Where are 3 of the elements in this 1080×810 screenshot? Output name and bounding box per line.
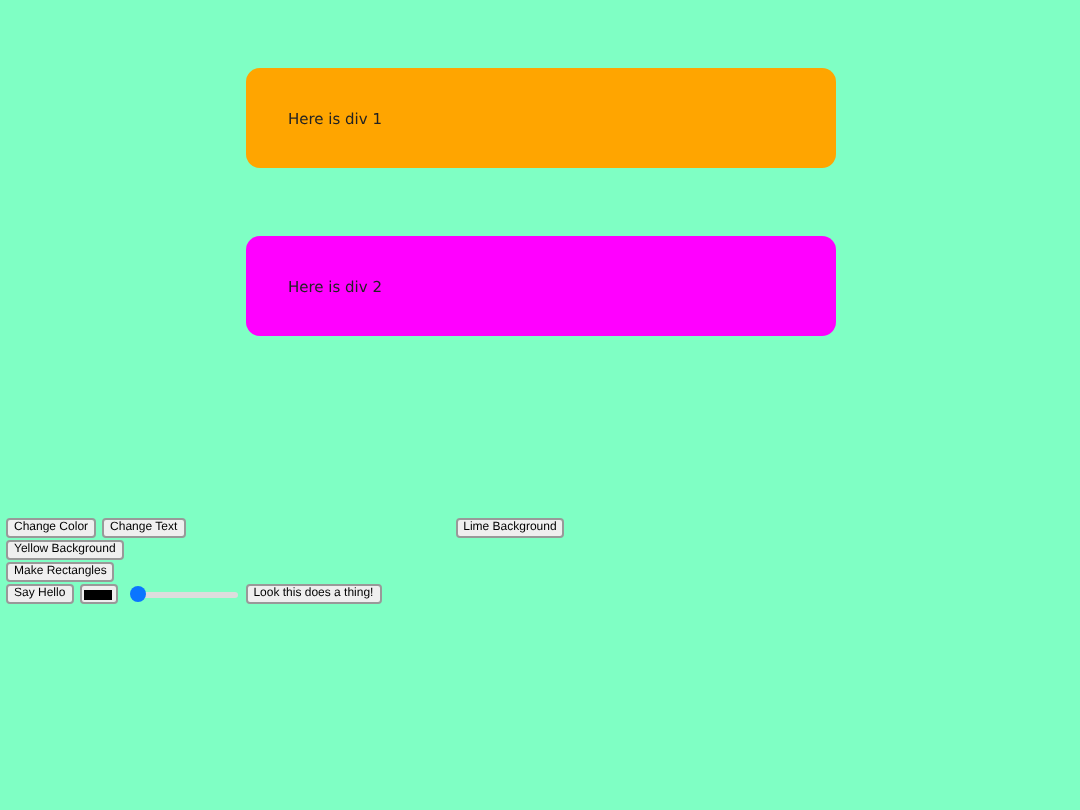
color-picker[interactable] (79, 584, 118, 604)
slider-thumb[interactable] (130, 586, 147, 602)
slider[interactable] (125, 586, 238, 602)
